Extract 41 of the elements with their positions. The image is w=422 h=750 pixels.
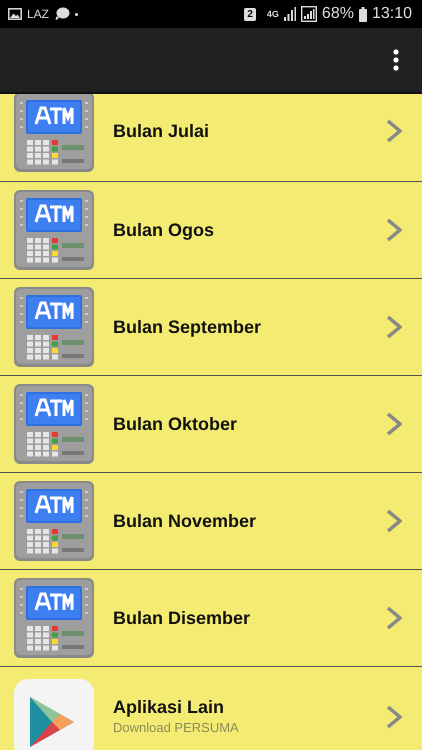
battery-percent: 68% xyxy=(322,5,354,23)
clock: 13:10 xyxy=(372,5,412,23)
atm-machine-icon xyxy=(12,188,96,272)
dot-icon xyxy=(75,12,78,16)
item-title: Aplikasi Lain xyxy=(113,697,226,718)
battery-icon xyxy=(358,6,367,22)
list-item[interactable]: Bulan Disember xyxy=(0,570,422,667)
item-title: Bulan Julai xyxy=(113,120,210,142)
chevron-right-icon xyxy=(386,218,402,242)
list-item[interactable]: Bulan November xyxy=(0,473,422,570)
item-title: Bulan Disember xyxy=(113,608,252,628)
list-item[interactable]: Bulan Ogos xyxy=(0,182,422,279)
chevron-right-icon xyxy=(386,509,402,533)
chevron-right-icon xyxy=(386,315,402,339)
chevron-right-icon xyxy=(386,412,402,436)
list-item[interactable]: Bulan Julai xyxy=(0,94,422,182)
item-subtitle: Download PERSUMA xyxy=(113,720,240,735)
item-title: Bulan September xyxy=(113,316,262,338)
atm-machine-icon xyxy=(12,479,96,563)
item-title: Bulan Ogos xyxy=(113,220,216,240)
signal-icon xyxy=(284,7,296,21)
signal-icon xyxy=(300,6,317,22)
chevron-right-icon xyxy=(386,606,402,630)
list-item[interactable]: Bulan Oktober xyxy=(0,376,422,473)
item-title: Bulan November xyxy=(113,510,258,532)
image-icon xyxy=(8,8,22,20)
item-title: Bulan Oktober xyxy=(113,414,238,434)
network-type: 4G xyxy=(266,9,279,19)
play-store-icon xyxy=(12,677,96,750)
atm-machine-icon xyxy=(12,576,96,660)
list-item[interactable]: Bulan September xyxy=(0,279,422,376)
atm-machine-icon xyxy=(12,285,96,369)
chat-bubble-icon xyxy=(54,7,70,21)
notification-text: LAZ xyxy=(27,7,50,21)
atm-machine-icon xyxy=(12,382,96,466)
chevron-right-icon xyxy=(386,119,402,143)
menu-icon[interactable] xyxy=(392,49,400,71)
atm-machine-icon xyxy=(12,94,96,174)
list-item[interactable]: Aplikasi Lain Download PERSUMA xyxy=(0,667,422,750)
chevron-right-icon xyxy=(386,705,402,729)
sim-badge: 2 xyxy=(244,8,256,20)
